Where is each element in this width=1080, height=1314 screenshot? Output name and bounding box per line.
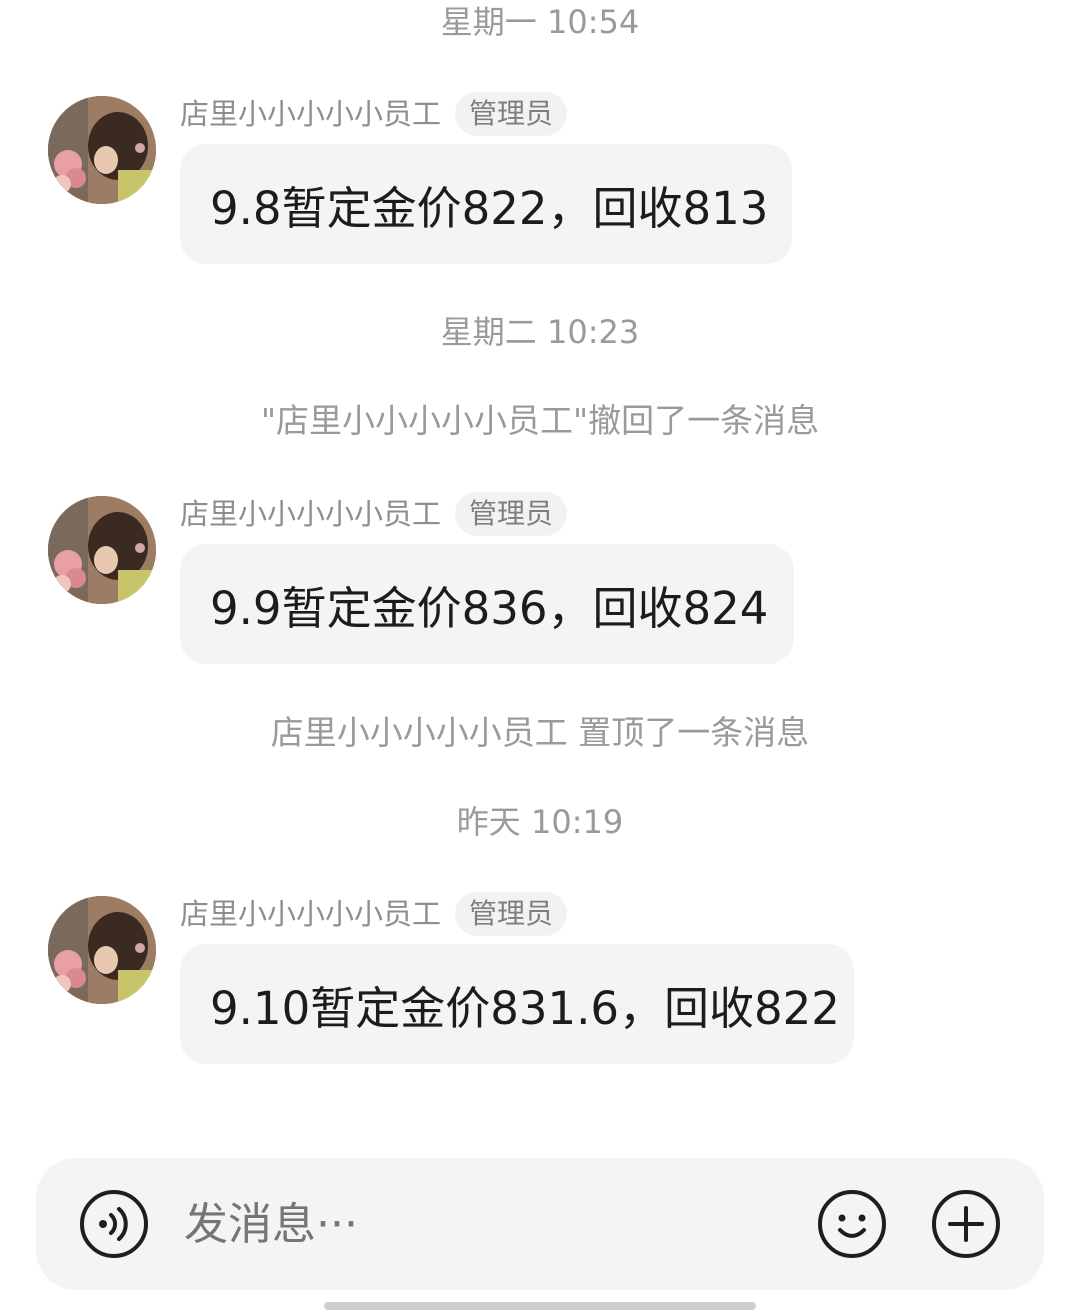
avatar-image bbox=[48, 496, 156, 604]
voice-button[interactable] bbox=[78, 1188, 150, 1260]
timestamp-separator: 星期二 10:23 bbox=[440, 313, 640, 351]
message-composer bbox=[36, 1158, 1044, 1290]
avatar-image bbox=[48, 96, 156, 204]
avatar[interactable] bbox=[48, 496, 156, 604]
sender-row: 店里小小小小小员工 管理员 bbox=[180, 892, 568, 936]
timestamp-separator: 昨天 10:19 bbox=[456, 803, 624, 841]
more-button[interactable] bbox=[930, 1188, 1002, 1260]
plus-icon bbox=[932, 1190, 1000, 1258]
admin-badge: 管理员 bbox=[455, 92, 568, 136]
message-input[interactable] bbox=[182, 1192, 786, 1258]
voice-icon bbox=[80, 1190, 148, 1258]
admin-badge: 管理员 bbox=[455, 892, 568, 936]
recall-notice: "店里小小小小小员工"撤回了一条消息 bbox=[260, 401, 820, 440]
emoji-button[interactable] bbox=[816, 1188, 888, 1260]
sender-row: 店里小小小小小员工 管理员 bbox=[180, 92, 568, 136]
sender-name[interactable]: 店里小小小小小员工 bbox=[180, 494, 441, 534]
timestamp-separator: 星期一 10:54 bbox=[440, 3, 640, 41]
sender-name[interactable]: 店里小小小小小员工 bbox=[180, 894, 441, 934]
pin-notice: 店里小小小小小员工 置顶了一条消息 bbox=[270, 713, 810, 752]
sender-row: 店里小小小小小员工 管理员 bbox=[180, 492, 568, 536]
admin-badge: 管理员 bbox=[455, 492, 568, 536]
emoji-icon bbox=[818, 1190, 886, 1258]
message-bubble[interactable]: 9.9暂定金价836，回收824 bbox=[180, 544, 794, 664]
avatar[interactable] bbox=[48, 896, 156, 1004]
chat-screen: 星期一 10:54 店里小小小小小员工 管理员 9.8暂定金价822，回收813… bbox=[0, 0, 1080, 1314]
avatar-image bbox=[48, 896, 156, 1004]
message-bubble[interactable]: 9.8暂定金价822，回收813 bbox=[180, 144, 792, 264]
avatar[interactable] bbox=[48, 96, 156, 204]
sender-name[interactable]: 店里小小小小小员工 bbox=[180, 94, 441, 134]
home-indicator[interactable] bbox=[324, 1302, 756, 1310]
message-bubble[interactable]: 9.10暂定金价831.6，回收822 bbox=[180, 944, 854, 1064]
